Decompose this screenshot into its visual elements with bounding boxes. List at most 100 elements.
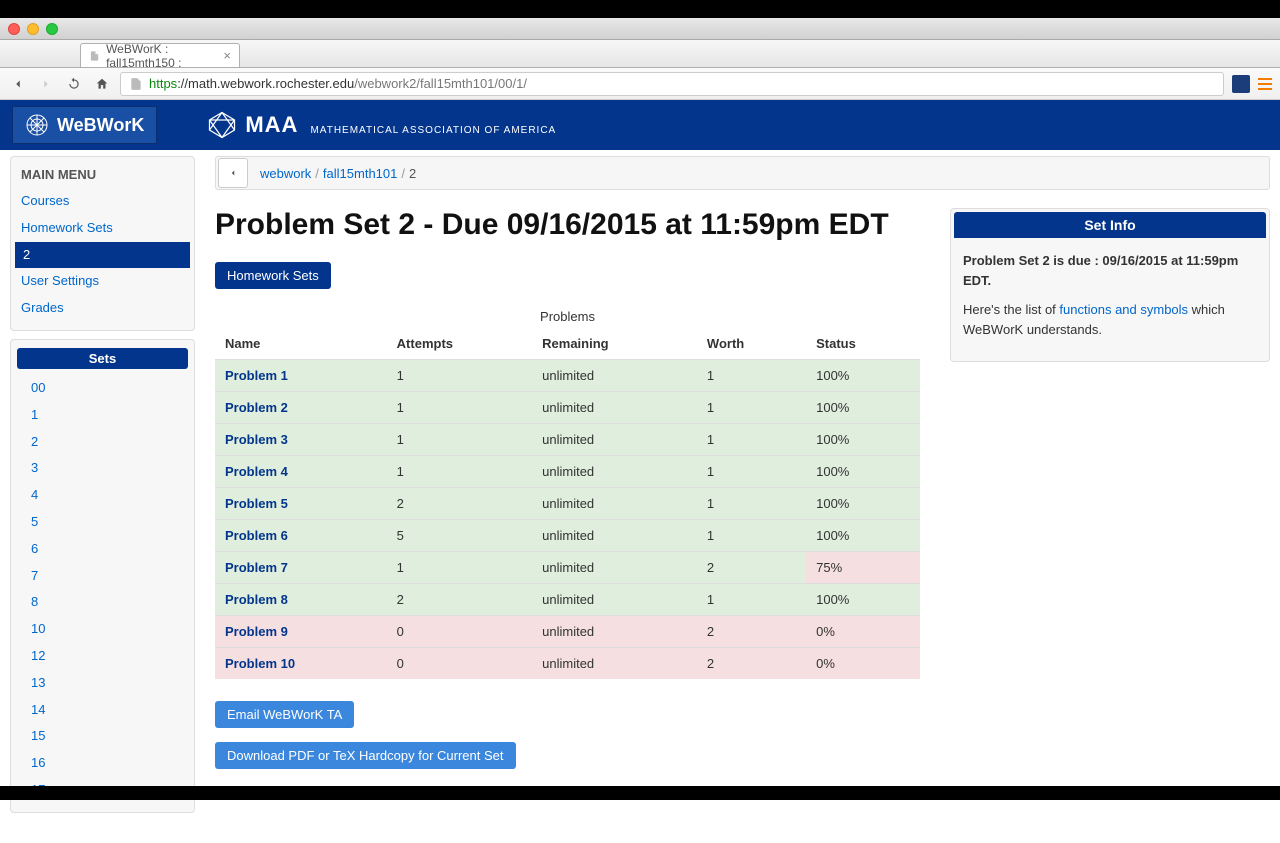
url-path: /webwork2/fall15mth101/00/1/ [354, 76, 527, 91]
sidebar-set-6[interactable]: 6 [11, 536, 194, 563]
window-minimize-icon[interactable] [27, 23, 39, 35]
nav-back-button[interactable] [8, 74, 28, 94]
address-bar[interactable]: https://math.webwork.rochester.edu/webwo… [120, 72, 1224, 96]
problem-link[interactable]: Problem 2 [225, 400, 288, 415]
sets-panel: Sets 001234567810121314151617 [10, 339, 195, 813]
problem-link[interactable]: Problem 1 [225, 368, 288, 383]
col-worth: Worth [697, 328, 806, 360]
sidebar-set-16[interactable]: 16 [11, 750, 194, 777]
sidebar-set-14[interactable]: 14 [11, 697, 194, 724]
cell-worth: 1 [697, 456, 806, 488]
cell-worth: 1 [697, 360, 806, 392]
cell-status: 100% [806, 488, 920, 520]
sets-title: Sets [17, 348, 188, 369]
col-name: Name [215, 328, 387, 360]
problem-link[interactable]: Problem 9 [225, 624, 288, 639]
sidebar-item-courses[interactable]: Courses [11, 188, 194, 215]
breadcrumb-link-fall15mth101[interactable]: fall15mth101 [323, 166, 397, 181]
cell-status: 0% [806, 648, 920, 680]
cell-attempts: 0 [387, 648, 532, 680]
cell-remaining: unlimited [532, 584, 697, 616]
sidebar-set-00[interactable]: 00 [11, 375, 194, 402]
problem-link[interactable]: Problem 7 [225, 560, 288, 575]
cell-attempts: 1 [387, 424, 532, 456]
extension-icon[interactable] [1232, 75, 1250, 93]
table-row: Problem 21unlimited1100% [215, 392, 920, 424]
sidebar-set-3[interactable]: 3 [11, 455, 194, 482]
maa-logo[interactable]: MAA MATHEMATICAL ASSOCIATION OF AMERICA [207, 110, 556, 140]
table-caption: Problems [215, 305, 920, 328]
sidebar-set-4[interactable]: 4 [11, 482, 194, 509]
page-favicon-icon [89, 49, 100, 63]
sidebar-item-current-set[interactable]: 2 [15, 242, 190, 269]
cell-attempts: 1 [387, 392, 532, 424]
mac-titlebar [0, 18, 1280, 40]
cell-status: 75% [806, 552, 920, 584]
nav-home-button[interactable] [92, 74, 112, 94]
cell-worth: 2 [697, 552, 806, 584]
problems-table: Problems Name Attempts Remaining Worth S… [215, 305, 920, 679]
breadcrumb-separator: / [401, 166, 405, 181]
sidebar-set-15[interactable]: 15 [11, 723, 194, 750]
breadcrumb-link-webwork[interactable]: webwork [260, 166, 311, 181]
problem-link[interactable]: Problem 6 [225, 528, 288, 543]
sidebar-item-user-settings[interactable]: User Settings [11, 268, 194, 295]
cell-attempts: 2 [387, 488, 532, 520]
problem-link[interactable]: Problem 10 [225, 656, 295, 671]
cell-worth: 1 [697, 520, 806, 552]
sidebar-set-5[interactable]: 5 [11, 509, 194, 536]
tab-close-icon[interactable]: × [223, 48, 231, 63]
set-info-desc-pre: Here's the list of [963, 302, 1059, 317]
set-info-title: Set Info [954, 212, 1266, 238]
cell-worth: 2 [697, 648, 806, 680]
url-host: ://math.webwork.rochester.edu [177, 76, 354, 91]
problem-link[interactable]: Problem 4 [225, 464, 288, 479]
email-ta-button[interactable]: Email WeBWorK TA [215, 701, 354, 728]
main-menu-heading: MAIN MENU [11, 165, 194, 188]
maa-label: MAA [245, 112, 298, 138]
cell-attempts: 5 [387, 520, 532, 552]
table-row: Problem 52unlimited1100% [215, 488, 920, 520]
cell-status: 100% [806, 424, 920, 456]
col-remaining: Remaining [532, 328, 697, 360]
cell-status: 100% [806, 456, 920, 488]
cell-remaining: unlimited [532, 456, 697, 488]
sidebar-item-grades[interactable]: Grades [11, 295, 194, 322]
browser-tab[interactable]: WeBWorK : fall15mth150 : × [80, 43, 240, 67]
spider-icon [25, 113, 49, 137]
sidebar-set-10[interactable]: 10 [11, 616, 194, 643]
breadcrumb-separator: / [315, 166, 319, 181]
sidebar-set-7[interactable]: 7 [11, 563, 194, 590]
download-hardcopy-button[interactable]: Download PDF or TeX Hardcopy for Current… [215, 742, 516, 769]
nav-reload-button[interactable] [64, 74, 84, 94]
window-close-icon[interactable] [8, 23, 20, 35]
cell-remaining: unlimited [532, 520, 697, 552]
cell-remaining: unlimited [532, 424, 697, 456]
browser-menu-icon[interactable] [1258, 78, 1272, 90]
table-row: Problem 41unlimited1100% [215, 456, 920, 488]
cell-worth: 1 [697, 584, 806, 616]
homework-sets-button[interactable]: Homework Sets [215, 262, 331, 289]
sidebar-set-1[interactable]: 1 [11, 402, 194, 429]
table-row: Problem 10 0unlimited20% [215, 648, 920, 680]
cell-status: 100% [806, 360, 920, 392]
problem-link[interactable]: Problem 5 [225, 496, 288, 511]
webwork-logo[interactable]: WeBWorK [12, 106, 157, 144]
sidebar-set-12[interactable]: 12 [11, 643, 194, 670]
sidebar-set-13[interactable]: 13 [11, 670, 194, 697]
functions-symbols-link[interactable]: functions and symbols [1059, 302, 1188, 317]
chevron-left-icon [228, 167, 238, 179]
breadcrumb-back-button[interactable] [218, 158, 248, 188]
sidebar: MAIN MENU Courses Homework Sets 2 User S… [10, 156, 195, 813]
browser-tab-title: WeBWorK : fall15mth150 : [106, 42, 217, 70]
sidebar-set-2[interactable]: 2 [11, 429, 194, 456]
sidebar-item-homework-sets[interactable]: Homework Sets [11, 215, 194, 242]
cell-attempts: 1 [387, 360, 532, 392]
cell-remaining: unlimited [532, 648, 697, 680]
problem-link[interactable]: Problem 8 [225, 592, 288, 607]
sidebar-set-8[interactable]: 8 [11, 589, 194, 616]
problem-link[interactable]: Problem 3 [225, 432, 288, 447]
cell-status: 100% [806, 584, 920, 616]
window-maximize-icon[interactable] [46, 23, 58, 35]
nav-forward-button[interactable] [36, 74, 56, 94]
